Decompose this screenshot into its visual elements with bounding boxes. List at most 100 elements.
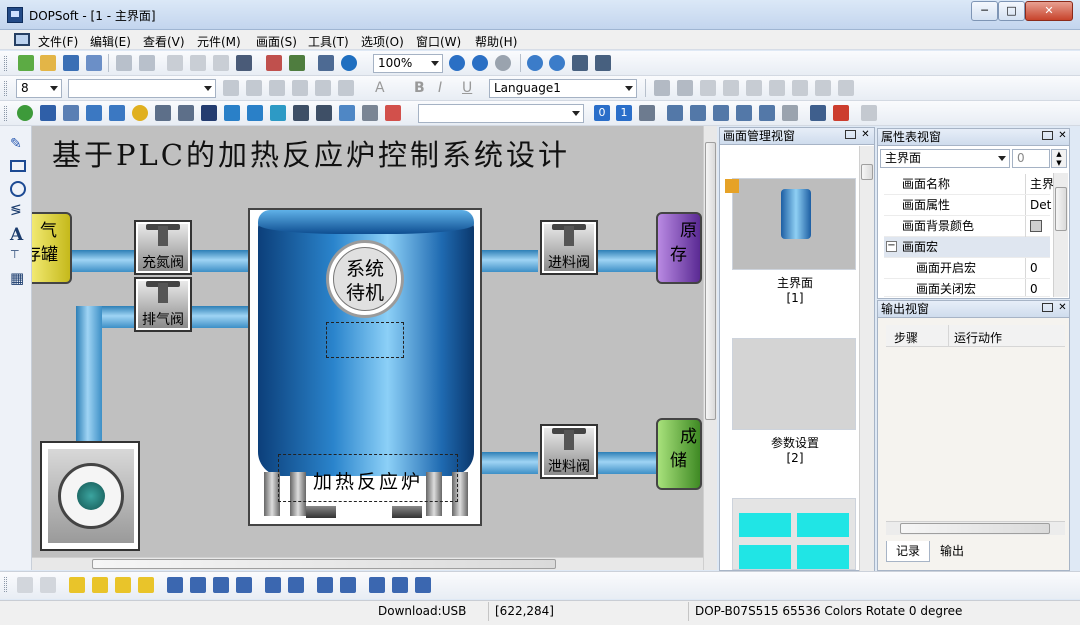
scrollbar-thumb[interactable]	[1055, 187, 1067, 231]
menu-view[interactable]: 查看(V)	[143, 33, 185, 50]
save-icon[interactable]	[63, 55, 79, 71]
italic-button[interactable]: I	[438, 80, 454, 96]
text-icon[interactable]: A	[10, 225, 26, 245]
table-icon[interactable]	[713, 105, 729, 121]
keypad-element-icon[interactable]	[293, 105, 309, 121]
xy-chart-icon[interactable]	[247, 105, 263, 121]
trend-graph-icon[interactable]	[224, 105, 240, 121]
circle-icon[interactable]	[10, 181, 26, 197]
menu-window[interactable]: 窗口(W)	[416, 33, 461, 50]
screen-thumbnail-main[interactable]	[725, 178, 856, 270]
properties-scrollbar[interactable]	[1053, 173, 1068, 297]
align-objects-icon[interactable]	[838, 80, 854, 96]
panel-dock-icon[interactable]	[1042, 303, 1053, 312]
bring-forward-icon[interactable]	[792, 80, 808, 96]
list-element-icon[interactable]	[339, 105, 355, 121]
language-select[interactable]: Language1	[489, 79, 637, 98]
toolbar-grip[interactable]	[4, 106, 7, 121]
property-row[interactable]: 画面关闭宏 0	[884, 279, 1050, 297]
property-group-row[interactable]: − 画面宏	[884, 237, 1050, 258]
download-icon[interactable]	[595, 55, 611, 71]
output-scrollbar[interactable]	[886, 521, 1065, 535]
zoom-out-icon[interactable]	[472, 55, 488, 71]
temperature-display[interactable]	[326, 322, 404, 358]
find-icon[interactable]	[236, 55, 252, 71]
panel-close-icon[interactable]: ✕	[860, 130, 871, 141]
scrollbar-thumb[interactable]	[92, 559, 556, 569]
panel-dock-icon[interactable]	[1042, 131, 1053, 140]
canvas-vertical-scrollbar[interactable]	[703, 126, 717, 570]
design-canvas[interactable]: 基于PLC的加热反应炉控制系统设计 气 存罐 原 存 成 储 充氮阀 排气阀 进…	[32, 126, 703, 557]
exhaust-valve[interactable]: 排气阀	[134, 277, 192, 332]
line-width-icon[interactable]	[677, 80, 693, 96]
center-horizontal-icon[interactable]	[288, 577, 304, 593]
tab-log[interactable]: 记录	[886, 541, 930, 562]
distribute-horizontal-icon[interactable]	[317, 577, 333, 593]
rotate-cw-icon[interactable]	[527, 55, 543, 71]
spin-input[interactable]: 0	[1012, 149, 1050, 168]
macro-icon[interactable]	[759, 105, 775, 121]
same-width-icon[interactable]	[369, 577, 385, 593]
menu-tools[interactable]: 工具(T)	[308, 33, 349, 50]
panel-dock-icon[interactable]	[845, 130, 856, 139]
move-forward-icon[interactable]	[115, 577, 131, 593]
scrollbar-thumb[interactable]	[900, 523, 1050, 534]
font-family-select[interactable]	[68, 79, 216, 98]
button-element-icon[interactable]	[17, 105, 33, 121]
import-icon[interactable]	[667, 105, 683, 121]
underline-button[interactable]: U	[462, 80, 478, 96]
undo-icon[interactable]	[116, 55, 132, 71]
discharge-valve[interactable]: 泄料阀	[540, 424, 598, 479]
ungroup-icon[interactable]	[723, 80, 739, 96]
open-folder-icon[interactable]	[40, 55, 56, 71]
menu-file[interactable]: 文件(F)	[38, 33, 78, 50]
nitrogen-valve[interactable]: 充氮阀	[134, 220, 192, 275]
object-select[interactable]: 主界面	[880, 149, 1010, 168]
maximize-button[interactable]: □	[998, 1, 1025, 21]
send-backward-icon[interactable]	[815, 80, 831, 96]
product-storage-tank[interactable]: 成 储	[656, 418, 702, 490]
slider-element-icon[interactable]	[316, 105, 332, 121]
align-top-edge-icon[interactable]	[213, 577, 229, 593]
scrollbar-thumb[interactable]	[861, 164, 873, 180]
state-1-button[interactable]: 1	[616, 105, 632, 121]
color-swatch[interactable]	[1030, 220, 1042, 232]
grid-icon[interactable]	[861, 105, 877, 121]
zoom-select[interactable]: 100%	[373, 54, 443, 73]
toolbar-grip[interactable]	[4, 56, 7, 71]
tab-output[interactable]: 输出	[930, 541, 974, 562]
column-step[interactable]: 步骤	[894, 329, 918, 346]
menu-edit[interactable]: 编辑(E)	[90, 33, 131, 50]
scale-icon[interactable]: ⊤	[10, 248, 26, 264]
align-bottom-edge-icon[interactable]	[236, 577, 252, 593]
group-disabled-icon[interactable]	[17, 577, 33, 593]
zoom-fit-icon[interactable]	[495, 55, 511, 71]
scrollbar-thumb[interactable]	[705, 142, 716, 420]
element-select[interactable]	[418, 104, 584, 123]
numeric-display-icon[interactable]	[178, 105, 194, 121]
multistate-element-icon[interactable]	[385, 105, 401, 121]
panel-close-icon[interactable]: ✕	[1057, 131, 1068, 142]
state-0-button[interactable]: 0	[594, 105, 610, 121]
table-grid-icon[interactable]: ▦	[10, 269, 26, 287]
same-size-icon[interactable]	[415, 577, 431, 593]
align-right-edge-icon[interactable]	[190, 577, 206, 593]
align-justify-icon[interactable]	[338, 80, 354, 96]
move-backward-icon[interactable]	[138, 577, 154, 593]
canvas-horizontal-scrollbar[interactable]	[32, 557, 703, 570]
center-vertical-icon[interactable]	[265, 577, 281, 593]
menu-element[interactable]: 元件(M)	[197, 33, 241, 50]
pie-element-icon[interactable]	[132, 105, 148, 121]
property-row[interactable]: 画面背景颜色	[884, 216, 1050, 238]
state-manage-icon[interactable]	[639, 105, 655, 121]
gas-storage-tank[interactable]: 气 存罐	[32, 212, 72, 284]
compile-icon[interactable]	[318, 55, 334, 71]
spin-buttons[interactable]: ▲ ▼	[1051, 149, 1067, 168]
new-file-icon[interactable]	[18, 55, 34, 71]
feed-in-valve[interactable]: 进料阀	[540, 220, 598, 275]
align-center-icon[interactable]	[292, 80, 308, 96]
toolbar-grip[interactable]	[4, 81, 7, 96]
group-icon[interactable]	[700, 80, 716, 96]
screen-thumbnail-third[interactable]	[732, 498, 856, 570]
numeric-input-icon[interactable]	[155, 105, 171, 121]
